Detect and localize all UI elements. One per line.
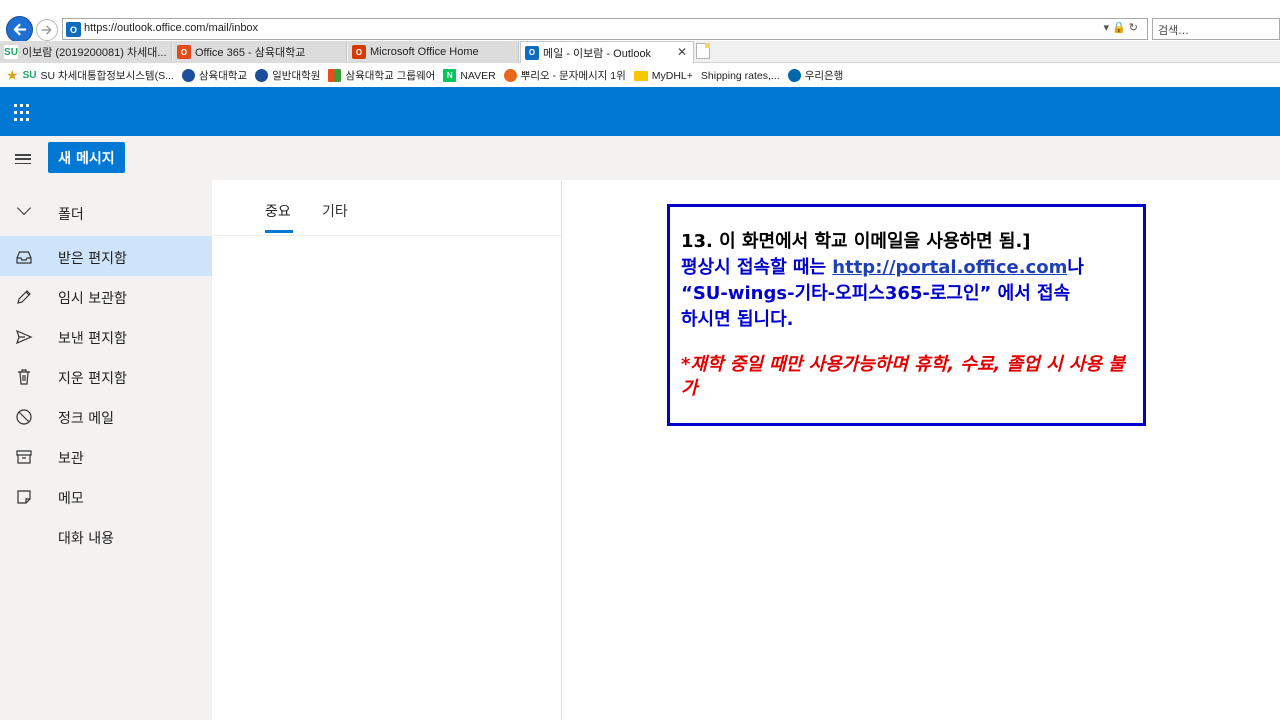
chevron-down-icon[interactable] (16, 200, 32, 216)
active-tab-indicator (265, 230, 293, 233)
folder-label: 정크 메일 (58, 411, 114, 427)
browser-tab-strip: SU 이보람 (2019200081) 차세대... O Office 365 … (0, 41, 1280, 63)
favorite-su[interactable]: SU SU 차세대통합정보시스템(S... (22, 68, 174, 83)
tab-label: 메일 - 이보람 - Outlook (543, 47, 652, 60)
folder-header[interactable]: 폴더 (0, 192, 212, 232)
browser-tab-office365[interactable]: O Office 365 - 삼육대학교 (173, 41, 347, 63)
favorite-naver[interactable]: N NAVER (443, 69, 496, 82)
message-list-pane: 중요 기타 (212, 180, 562, 720)
instruction-callout: 13. 이 화면에서 학교 이메일을 사용하면 됨.] 평상시 접속할 때는 h… (667, 204, 1146, 426)
browser-tab-outlook[interactable]: O 메일 - 이보람 - Outlook ✕ (520, 41, 694, 63)
folder-notes[interactable]: 메모 (0, 476, 212, 516)
favorite-woori[interactable]: 우리은행 (787, 68, 843, 83)
favorite-mydhl[interactable]: MyDHL+ (633, 70, 693, 82)
folder-label: 대화 내용 (58, 531, 114, 547)
tab-label: 이보람 (2019200081) 차세대... (22, 47, 167, 59)
close-icon[interactable]: ✕ (677, 45, 687, 59)
reading-pane: 13. 이 화면에서 학교 이메일을 사용하면 됨.] 평상시 접속할 때는 h… (563, 180, 1280, 720)
folder-junk[interactable]: 정크 메일 (0, 396, 212, 436)
office-logo-icon: O (352, 45, 366, 59)
forward-button[interactable] (36, 19, 58, 41)
block-icon (16, 409, 32, 425)
instruction-step: 13. 이 화면에서 학교 이메일을 사용하면 됨.] (681, 231, 1031, 252)
inbox-icon (16, 251, 32, 264)
folder-sent[interactable]: 보낸 편지함 (0, 316, 212, 356)
favorite-sahmyook[interactable]: 삼육대학교 (181, 68, 247, 83)
search-placeholder: 검색... (1158, 24, 1189, 37)
url-text[interactable]: https://outlook.office.com/mail/inbox (84, 22, 258, 34)
instruction-path-line: “SU-wings-기타-오피스365-로그인” 에서 접속 (681, 283, 1071, 304)
lock-icon[interactable]: 🔒 (1112, 21, 1129, 34)
folder-label: 보관 (58, 451, 84, 467)
folder-label: 임시 보관함 (58, 291, 127, 307)
folder-pane: 폴더 받은 편지함 임시 보관함 보낸 편지함 지운 편지함 정크 메일 보관 … (0, 180, 212, 720)
favorite-shipping[interactable]: Shipping rates,... (701, 70, 780, 82)
trash-icon (18, 369, 30, 385)
folder-label: 보낸 편지함 (58, 331, 127, 347)
folder-deleted[interactable]: 지운 편지함 (0, 356, 212, 396)
address-tools: ▾🔒↻ (1104, 21, 1141, 34)
office-logo-icon: O (177, 45, 191, 59)
ppurio-icon (503, 69, 517, 82)
dropdown-arrow-icon[interactable]: ▾ (1104, 21, 1113, 34)
favorite-groupware[interactable]: 삼육대학교 그룹웨어 (328, 68, 435, 83)
naver-logo-icon: N (443, 69, 457, 82)
portal-link[interactable]: http://portal.office.com (832, 257, 1067, 278)
woori-bank-icon (787, 69, 801, 82)
university-seal-icon (255, 69, 269, 82)
inbox-pivot: 중요 기타 (212, 180, 561, 236)
folder-label: 받은 편지함 (58, 251, 127, 267)
instruction-warning: *재학 중일 때만 사용가능하며 휴학, 수료, 졸업 시 사용 불가 (681, 354, 1125, 399)
tab-label: Office 365 - 삼육대학교 (195, 47, 306, 59)
new-tab-button[interactable] (696, 43, 710, 59)
folder-header-label: 폴더 (58, 207, 84, 223)
app-launcher-icon[interactable] (14, 104, 32, 122)
folder-archive[interactable]: 보관 (0, 436, 212, 476)
hamburger-menu-icon[interactable] (15, 154, 31, 164)
browser-tab-su[interactable]: SU 이보람 (2019200081) 차세대... (0, 41, 172, 63)
favorites-bar: ★ SU SU 차세대통합정보시스템(S... 삼육대학교 일반대학원 삼육대학교… (0, 64, 1280, 87)
note-icon (17, 490, 31, 504)
instruction-access-line: 평상시 접속할 때는 http://portal.office.com나 (681, 257, 1084, 278)
instruction-end-line: 하시면 됩니다. (681, 309, 794, 330)
university-seal-icon (181, 69, 195, 82)
favorites-star-icon[interactable]: ★ (6, 68, 19, 84)
folder-drafts[interactable]: 임시 보관함 (0, 276, 212, 316)
favorite-ppurio[interactable]: 뿌리오 - 문자메시지 1위 (503, 68, 626, 83)
tab-other[interactable]: 기타 (322, 201, 348, 221)
new-message-button[interactable]: 새 메시지 (48, 142, 125, 173)
groupware-icon (328, 69, 342, 82)
su-logo-icon: SU (4, 45, 18, 59)
su-logo-icon: SU (22, 69, 37, 82)
search-input[interactable]: 검색... (1152, 18, 1280, 40)
folder-label: 메모 (58, 491, 84, 507)
browser-address-row: O https://outlook.office.com/mail/inbox … (0, 0, 1280, 43)
outlook-header (0, 87, 1280, 136)
address-bar[interactable]: O https://outlook.office.com/mail/inbox … (62, 18, 1148, 40)
back-button[interactable] (6, 16, 33, 43)
outlook-favicon-icon: O (66, 22, 81, 37)
folder-label: 지운 편지함 (58, 371, 127, 387)
dhl-logo-icon (633, 70, 648, 81)
tab-label: Microsoft Office Home (370, 46, 479, 58)
command-bar: 새 메시지 (0, 136, 1280, 180)
send-icon (16, 329, 33, 345)
favorite-graduate[interactable]: 일반대학원 (255, 68, 320, 83)
tab-focused[interactable]: 중요 (265, 201, 291, 221)
folder-inbox[interactable]: 받은 편지함 (0, 236, 212, 276)
outlook-logo-icon: O (525, 45, 539, 60)
arrow-right-icon (41, 25, 52, 35)
archive-icon (16, 450, 32, 464)
arrow-left-icon (13, 23, 27, 36)
pencil-icon (17, 290, 31, 304)
folder-conversation-history[interactable]: 대화 내용 (0, 516, 212, 556)
refresh-icon[interactable]: ↻ (1129, 21, 1141, 34)
browser-tab-office-home[interactable]: O Microsoft Office Home (348, 41, 519, 63)
